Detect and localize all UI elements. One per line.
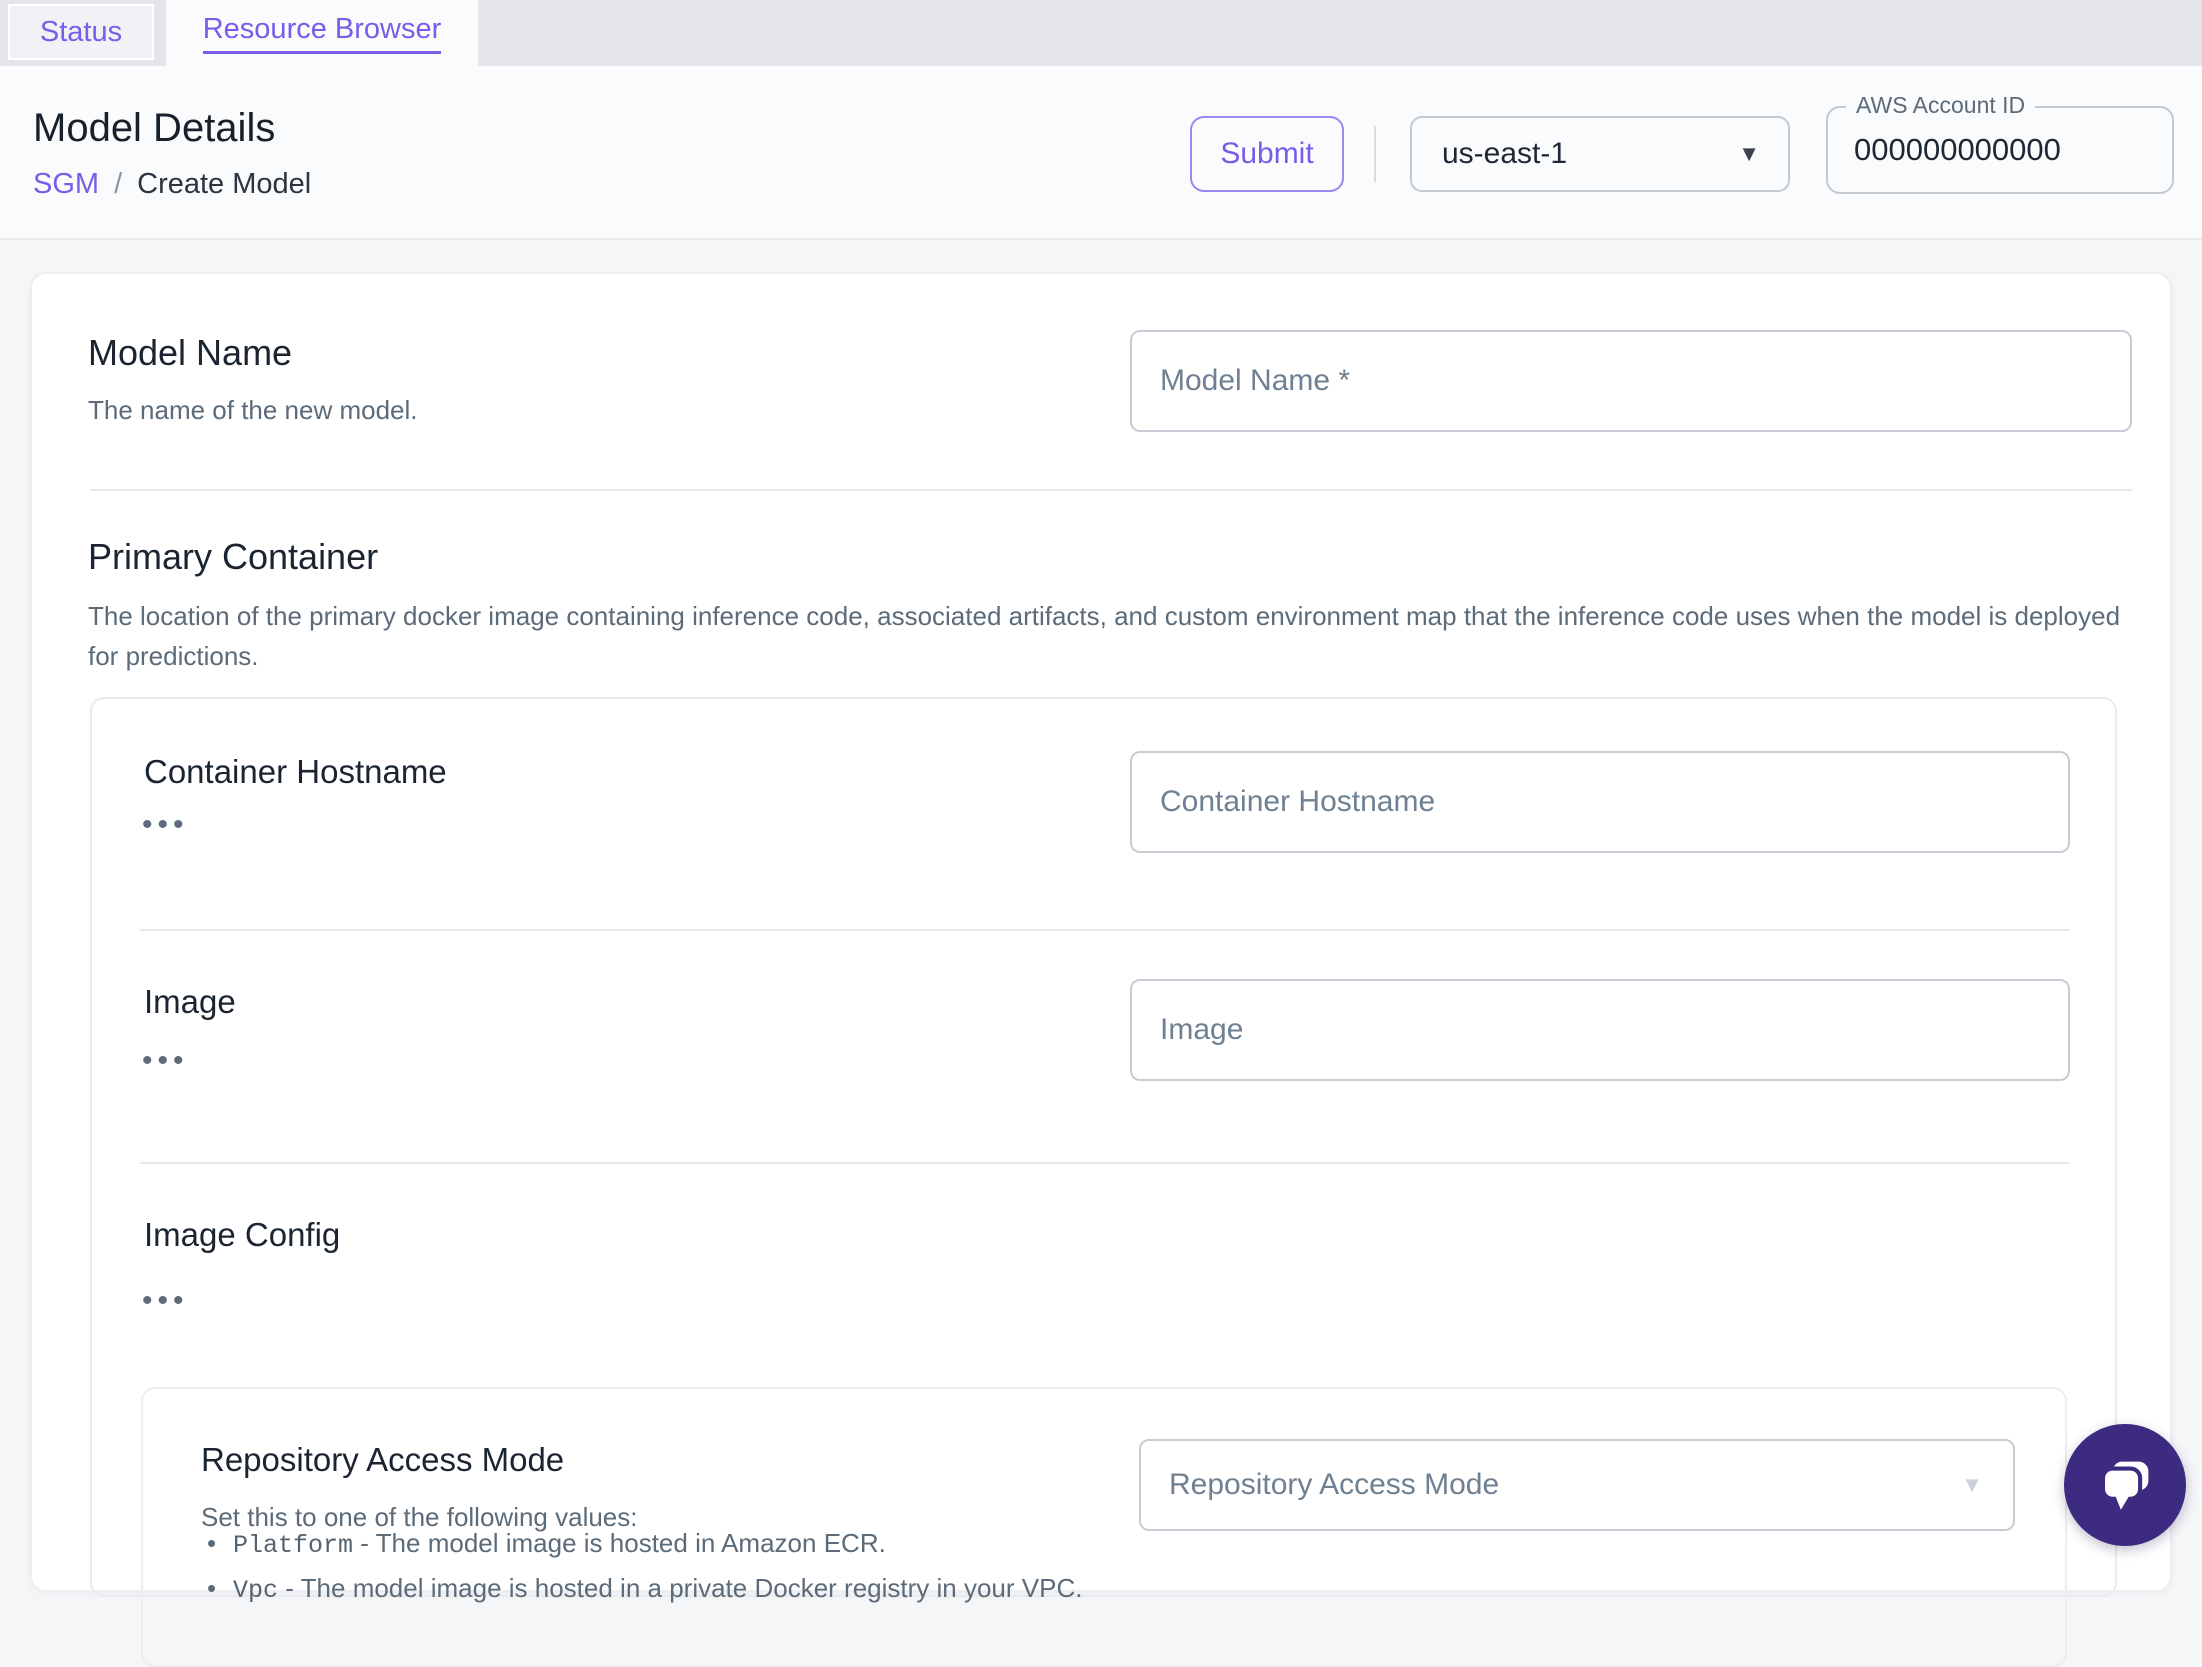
ellipsis-icon: ••• xyxy=(142,1284,189,1317)
image-input[interactable] xyxy=(1130,979,2070,1081)
tab-status[interactable]: Status xyxy=(8,4,154,60)
list-item: Vpc - The model image is hosted in a pri… xyxy=(201,1572,1082,1607)
container-hostname-more-button[interactable]: ••• xyxy=(142,810,189,840)
page-header: Model Details SGM / Create Model Submit … xyxy=(0,66,2202,240)
option-text: - The model image is hosted in Amazon EC… xyxy=(360,1528,886,1558)
primary-container-group: Container Hostname ••• Image ••• Image C… xyxy=(90,697,2117,1667)
model-name-label: Model Name xyxy=(88,332,293,373)
ellipsis-icon: ••• xyxy=(142,1044,189,1077)
ellipsis-icon: ••• xyxy=(142,808,189,841)
image-config-more-button[interactable]: ••• xyxy=(142,1286,189,1316)
chat-widget-button[interactable] xyxy=(2064,1424,2186,1546)
region-select[interactable]: us-east-1 ▼ xyxy=(1410,116,1790,192)
option-text: - The model image is hosted in a private… xyxy=(285,1573,1083,1603)
breadcrumb-link-sgm[interactable]: SGM xyxy=(33,168,99,201)
repository-access-mode-options-list: Platform - The model image is hosted in … xyxy=(201,1527,1082,1617)
model-details-card: Model Name The name of the new model. Pr… xyxy=(30,272,2172,1667)
list-item: Platform - The model image is hosted in … xyxy=(201,1527,1082,1562)
image-label: Image xyxy=(144,983,236,1020)
image-config-group: Repository Access Mode Set this to one o… xyxy=(141,1387,2067,1667)
chevron-down-icon: ▼ xyxy=(1738,141,1760,166)
primary-container-label: Primary Container xyxy=(88,536,379,577)
aws-account-id-field[interactable]: AWS Account ID 000000000000 xyxy=(1826,92,2174,194)
section-divider xyxy=(90,489,2132,491)
region-select-value: us-east-1 xyxy=(1442,137,1568,170)
row-divider xyxy=(140,929,2070,931)
repository-access-mode-placeholder: Repository Access Mode xyxy=(1169,1468,1500,1501)
chat-bubbles-icon xyxy=(2100,1461,2149,1510)
image-more-button[interactable]: ••• xyxy=(142,1046,189,1076)
option-code: Platform xyxy=(233,1531,354,1560)
tab-status-label: Status xyxy=(39,15,123,48)
container-hostname-input[interactable] xyxy=(1130,751,2070,853)
tab-resource-browser-label: Resource Browser xyxy=(202,13,442,54)
breadcrumb-separator: / xyxy=(114,168,123,200)
image-config-label: Image Config xyxy=(144,1216,341,1253)
container-hostname-label: Container Hostname xyxy=(144,753,447,790)
tab-bar: Status Resource Browser xyxy=(0,0,2202,66)
row-divider xyxy=(140,1162,2070,1164)
chevron-down-icon: ▼ xyxy=(1961,1472,1983,1497)
option-code: Vpc xyxy=(233,1576,279,1605)
breadcrumb: SGM / Create Model xyxy=(33,168,311,201)
aws-account-id-value: 000000000000 xyxy=(1854,132,2061,167)
breadcrumb-current: Create Model xyxy=(137,168,312,200)
header-divider xyxy=(1374,126,1376,182)
page-title: Model Details xyxy=(33,106,276,150)
repository-access-mode-label: Repository Access Mode xyxy=(201,1441,565,1478)
tab-resource-browser[interactable]: Resource Browser xyxy=(166,0,478,66)
model-name-description: The name of the new model. xyxy=(88,395,418,425)
submit-button[interactable]: Submit xyxy=(1190,116,1344,192)
primary-container-description: The location of the primary docker image… xyxy=(88,601,2121,671)
model-name-input[interactable] xyxy=(1130,330,2132,432)
repository-access-mode-select[interactable]: Repository Access Mode ▼ xyxy=(1139,1439,2015,1531)
